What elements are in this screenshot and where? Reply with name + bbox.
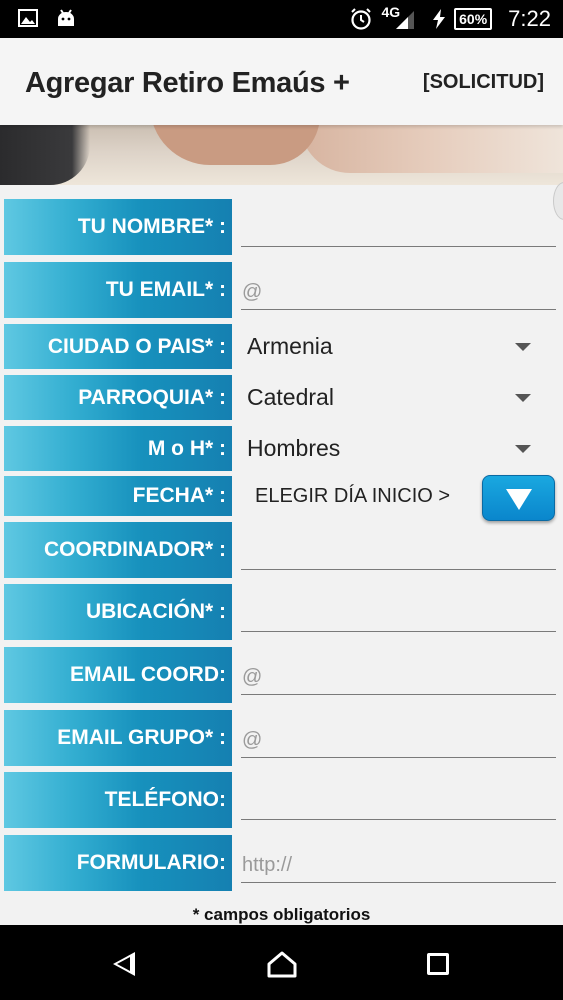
email-grupo-label: EMAIL GRUPO* : bbox=[4, 710, 232, 766]
nombre-field[interactable] bbox=[241, 199, 556, 255]
date-picker-button[interactable] bbox=[482, 475, 555, 521]
fecha-label: FECHA* : bbox=[4, 476, 232, 516]
coordinador-row: COORDINADOR* : bbox=[0, 522, 563, 578]
back-icon[interactable] bbox=[113, 952, 135, 976]
ubicacion-label: UBICACIÓN* : bbox=[4, 584, 232, 640]
clock: 7:22 bbox=[508, 6, 551, 31]
required-fields-note: * campos obligatorios bbox=[192, 905, 371, 924]
home-icon[interactable] bbox=[266, 950, 298, 978]
mh-select[interactable]: Hombres bbox=[247, 426, 543, 471]
email-row: TU EMAIL* : @ bbox=[0, 262, 563, 318]
parroquia-select[interactable]: Catedral bbox=[247, 375, 543, 420]
email-field[interactable]: @ bbox=[241, 262, 556, 318]
email-coord-label: EMAIL COORD: bbox=[4, 647, 232, 703]
parroquia-row: PARROQUIA* : Catedral bbox=[0, 375, 563, 420]
ubicacion-field[interactable] bbox=[241, 584, 556, 640]
email-grupo-row: EMAIL GRUPO* : @ bbox=[0, 710, 563, 766]
dropdown-arrow-icon bbox=[515, 444, 531, 453]
fecha-row: FECHA* : ELEGIR DÍA INICIO > bbox=[0, 475, 563, 521]
nombre-row: TU NOMBRE* : bbox=[0, 199, 563, 255]
header-photo bbox=[0, 125, 563, 185]
ciudad-select[interactable]: Armenia bbox=[247, 324, 543, 369]
email-label: TU EMAIL* : bbox=[4, 262, 232, 318]
email-coord-placeholder: @ bbox=[242, 666, 263, 688]
email-grupo-placeholder: @ bbox=[242, 729, 263, 751]
page-title: Agregar Retiro Emaús + bbox=[25, 67, 350, 99]
app-bar: Agregar Retiro Emaús + [SOLICITUD] bbox=[0, 38, 563, 125]
dropdown-arrow-icon bbox=[515, 393, 531, 402]
email-coord-row: EMAIL COORD: @ bbox=[0, 647, 563, 703]
recent-apps-icon[interactable] bbox=[427, 953, 449, 975]
email-coord-field[interactable]: @ bbox=[241, 647, 556, 703]
ciudad-value: Armenia bbox=[247, 333, 333, 359]
email-grupo-field[interactable]: @ bbox=[241, 710, 556, 766]
alarm-icon bbox=[351, 8, 372, 30]
nombre-label: TU NOMBRE* : bbox=[4, 199, 232, 255]
ubicacion-row: UBICACIÓN* : bbox=[0, 584, 563, 640]
coordinador-field[interactable] bbox=[241, 522, 556, 578]
formulario-row: FORMULARIO: http:// bbox=[0, 835, 563, 891]
gallery-icon bbox=[18, 9, 38, 27]
telefono-row: TELÉFONO: bbox=[0, 772, 563, 828]
parroquia-value: Catedral bbox=[247, 384, 334, 410]
formulario-placeholder: http:// bbox=[242, 854, 293, 876]
telefono-field[interactable] bbox=[241, 772, 556, 828]
solicitud-button[interactable]: [SOLICITUD] bbox=[423, 71, 544, 94]
mh-label: M o H* : bbox=[4, 426, 232, 471]
android-icon bbox=[58, 9, 74, 26]
telefono-label: TELÉFONO: bbox=[4, 772, 232, 828]
formulario-label: FORMULARIO: bbox=[4, 835, 232, 891]
dropdown-arrow-icon bbox=[515, 342, 531, 351]
navigation-bar bbox=[0, 925, 563, 1000]
coordinador-label: COORDINADOR* : bbox=[4, 522, 232, 578]
status-bar: 4G 60% 7:22 bbox=[0, 0, 563, 38]
network-type: 4G bbox=[381, 4, 401, 20]
mh-row: M o H* : Hombres bbox=[0, 426, 563, 471]
mh-value: Hombres bbox=[247, 435, 341, 461]
battery-icon: 60% bbox=[454, 8, 493, 30]
ciudad-row: CIUDAD O PAIS* : Armenia bbox=[0, 324, 563, 369]
email-placeholder: @ bbox=[242, 281, 263, 303]
formulario-field[interactable]: http:// bbox=[241, 835, 556, 891]
charging-icon bbox=[433, 9, 446, 29]
fecha-prompt[interactable]: ELEGIR DÍA INICIO > bbox=[255, 476, 450, 516]
chevron-down-icon bbox=[506, 489, 532, 510]
ciudad-label: CIUDAD O PAIS* : bbox=[4, 324, 232, 369]
parroquia-label: PARROQUIA* : bbox=[4, 375, 232, 420]
